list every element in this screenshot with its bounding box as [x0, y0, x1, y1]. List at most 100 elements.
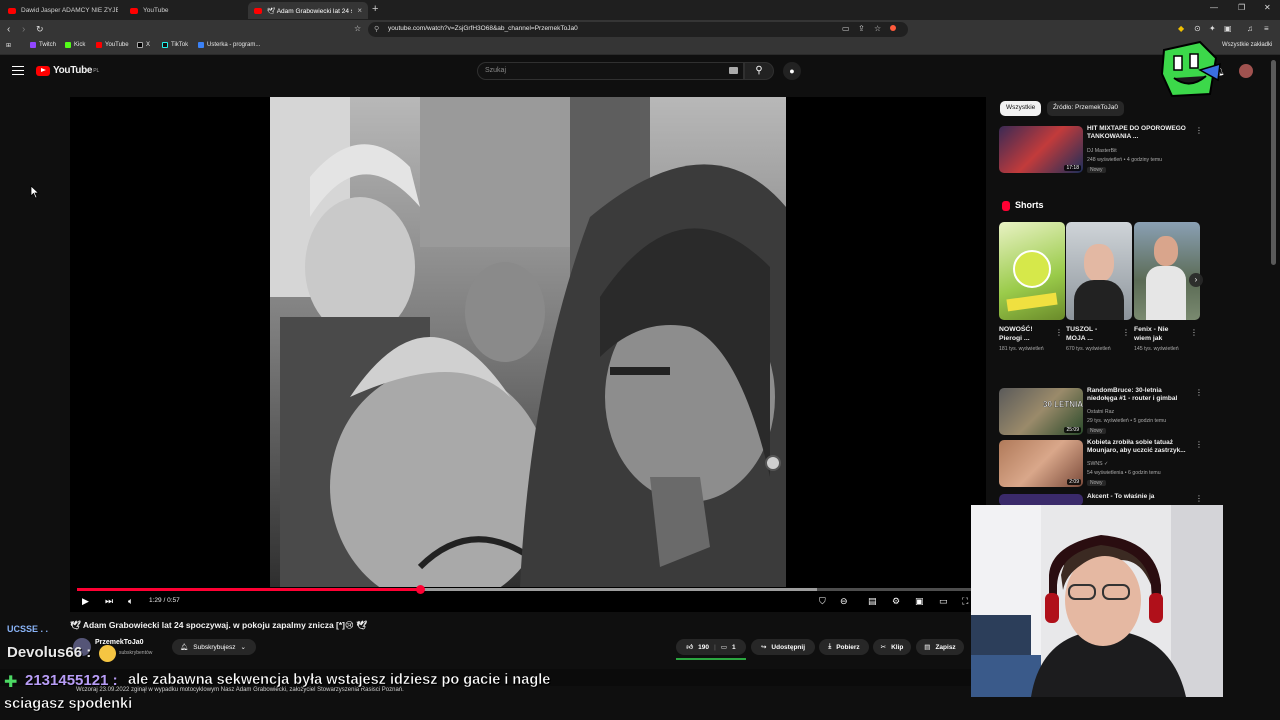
short-item-1[interactable]: NOWOŚĆ! Pierogi ... 181 tys. wyświetleń …: [999, 222, 1065, 353]
bell-icon: 🔔︎: [180, 644, 189, 651]
browser-tab-1[interactable]: Dawid Jasper ADAMCY NIE ŻYJE - Yo: [2, 2, 124, 19]
bookmark-label: X: [146, 42, 151, 48]
recommended-video-2[interactable]: 30 LETNIA 25:09 RandomBruce: 30-letnia n…: [999, 387, 1204, 440]
video-title[interactable]: RandomBruce: 30-letnia niedołęga #1 - ro…: [1087, 387, 1192, 403]
more-options-icon[interactable]: ⋮: [1055, 328, 1063, 337]
clip-button[interactable]: ✂ Klip: [873, 639, 911, 655]
more-options-icon[interactable]: ⋮: [1122, 328, 1130, 337]
play-icon[interactable]: ▶: [82, 596, 89, 607]
video-frame[interactable]: [270, 97, 786, 587]
youtube-logo[interactable]: YouTube PL: [36, 65, 99, 76]
bookmark-twitch[interactable]: Twitch: [30, 42, 56, 48]
video-title[interactable]: Kobieta zrobiła sobie tatuaż Mounjaro, a…: [1087, 439, 1192, 455]
brave-shield-icon[interactable]: [890, 25, 896, 31]
autoplay-toggle[interactable]: ⊖: [840, 596, 848, 607]
video-channel[interactable]: SWNS ✓: [1087, 461, 1108, 467]
share-button[interactable]: ↪ Udostępnij: [751, 639, 815, 655]
shorts-next-arrow-icon[interactable]: ›: [1189, 273, 1203, 287]
more-options-icon[interactable]: ⋮: [1195, 494, 1203, 503]
sidebar-toggle-icon[interactable]: ▣: [1224, 24, 1232, 33]
reload-icon[interactable]: ↻: [36, 24, 44, 35]
streamer-webcam-overlay: [971, 505, 1223, 697]
short-title[interactable]: TUSZOL - MOJA ...: [1066, 325, 1118, 343]
site-info-icon[interactable]: ⚲: [374, 25, 379, 33]
chip-all[interactable]: Wszystkie: [1000, 101, 1042, 116]
bookmark-kick[interactable]: Kick: [65, 42, 85, 48]
close-tab-icon[interactable]: ×: [357, 6, 362, 15]
comment-icon[interactable]: ▭: [721, 643, 727, 651]
short-thumbnail[interactable]: [1066, 222, 1132, 320]
browser-tab-3-active[interactable]: 🕊 Adam Grabowiecki lat 24 spo ×: [248, 2, 368, 19]
save-button[interactable]: ▤ Zapisz: [916, 639, 964, 655]
more-options-icon[interactable]: ⋮: [1195, 126, 1203, 135]
all-bookmarks-folder[interactable]: Wszystkie zakładki: [1222, 42, 1272, 48]
thumbs-up-icon[interactable]: 👍︎: [686, 643, 693, 651]
video-thumbnail[interactable]: 2:09: [999, 440, 1083, 487]
like-dislike-group[interactable]: 👍︎ 190 | ▭ 1: [676, 639, 746, 655]
subtitles-icon[interactable]: ▤: [868, 596, 877, 607]
forward-icon[interactable]: ›: [22, 24, 25, 35]
minimize-icon[interactable]: —: [1210, 3, 1218, 12]
recommended-video-3[interactable]: 2:09 Kobieta zrobiła sobie tatuaż Mounja…: [999, 439, 1204, 492]
page-scrollbar[interactable]: [1271, 60, 1276, 265]
short-thumbnail[interactable]: [1134, 222, 1200, 320]
subscribe-button[interactable]: 🔔︎ Subskrybujesz ⌄: [172, 639, 256, 655]
more-options-icon[interactable]: ⋮: [1190, 328, 1198, 337]
back-icon[interactable]: ‹: [7, 24, 10, 35]
progress-bar-played: [77, 588, 420, 591]
short-thumbnail[interactable]: [999, 222, 1065, 320]
recommended-video-1[interactable]: 17:18 HIT MIXTAPE DO OPOROWEGO TANKOWANI…: [999, 125, 1204, 186]
keyboard-icon[interactable]: [729, 67, 738, 74]
address-bar[interactable]: ⚲ youtube.com/watch?v=ZsjGrfH3O68&ab_cha…: [368, 22, 908, 37]
progress-scrubber-handle[interactable]: [416, 585, 425, 594]
share-icon[interactable]: ⇪: [858, 24, 865, 33]
bookmark-tiktok[interactable]: TikTok: [162, 42, 188, 48]
star-icon[interactable]: ☆: [874, 24, 881, 33]
maximize-icon[interactable]: ❐: [1238, 3, 1245, 12]
short-title[interactable]: Fenix - Nie wiem jak: [1134, 325, 1186, 343]
video-thumbnail[interactable]: 30 LETNIA 25:09: [999, 388, 1083, 435]
bookmark-x[interactable]: X: [137, 42, 150, 48]
fullscreen-icon[interactable]: ⛶: [962, 596, 968, 607]
new-tab-button[interactable]: +: [372, 3, 378, 15]
more-options-icon[interactable]: ⋮: [1195, 440, 1203, 449]
download-button[interactable]: ⤓ Pobierz: [819, 639, 869, 655]
settings-gear-icon[interactable]: ⚙: [892, 596, 900, 607]
apps-grid-icon[interactable]: ⊞: [6, 42, 11, 49]
close-window-icon[interactable]: ✕: [1264, 3, 1271, 12]
next-video-icon[interactable]: ⏭︎: [105, 596, 113, 607]
video-thumbnail[interactable]: 17:18: [999, 126, 1083, 173]
miniplayer-icon[interactable]: ▣: [915, 596, 924, 607]
extension-icon-2[interactable]: ⊙: [1194, 24, 1201, 33]
account-avatar[interactable]: [1239, 64, 1253, 78]
video-title[interactable]: Akcent - To właśnie ja: [1087, 493, 1192, 501]
cast-icon[interactable]: ▭: [842, 24, 850, 33]
media-controls-icon[interactable]: ♫: [1247, 24, 1253, 33]
short-title[interactable]: NOWOŚĆ! Pierogi ...: [999, 325, 1051, 343]
menu-icon[interactable]: ≡: [1264, 24, 1269, 33]
more-options-icon[interactable]: ⋮: [1195, 388, 1203, 397]
browser-tab-2[interactable]: YouTube: [124, 2, 246, 19]
search-input[interactable]: Szukaj: [477, 62, 744, 80]
bookmark-usterka[interactable]: Usterka - program...: [198, 42, 260, 48]
chip-source-channel[interactable]: Źródło: PrzemekToJa0: [1047, 101, 1125, 116]
extension-icon-1[interactable]: ◆: [1178, 24, 1184, 33]
bookmark-star-icon[interactable]: ☆: [354, 24, 361, 33]
short-item-2[interactable]: TUSZOL - MOJA ... 670 tys. wyświetleń ⋮: [1066, 222, 1132, 353]
extensions-puzzle-icon[interactable]: ✦: [1209, 24, 1216, 33]
video-title[interactable]: HIT MIXTAPE DO OPOROWEGO TANKOWANIA ...: [1087, 125, 1192, 141]
search-button[interactable]: ⚲: [744, 62, 774, 80]
video-channel[interactable]: Ostatni Raz: [1087, 409, 1114, 415]
theater-mode-icon[interactable]: ▭: [939, 596, 948, 607]
volume-icon[interactable]: 🔈︎: [128, 596, 133, 607]
video-channel[interactable]: DJ MasterBit: [1087, 148, 1117, 154]
bookmarks-bar: ⊞ Twitch Kick YouTube X TikTok Usterka -…: [0, 40, 1280, 55]
tiktok-icon: [162, 42, 168, 48]
guide-menu-icon[interactable]: [12, 66, 24, 75]
short-item-3[interactable]: Fenix - Nie wiem jak 145 tys. wyświetleń…: [1134, 222, 1200, 353]
bookmark-youtube[interactable]: YouTube: [96, 42, 129, 48]
sponsorblock-icon[interactable]: ⛉: [819, 596, 826, 607]
channel-name[interactable]: PrzemekToJa0: [95, 639, 144, 646]
voice-search-button[interactable]: ●: [783, 62, 801, 80]
label-banner: [1006, 292, 1058, 312]
